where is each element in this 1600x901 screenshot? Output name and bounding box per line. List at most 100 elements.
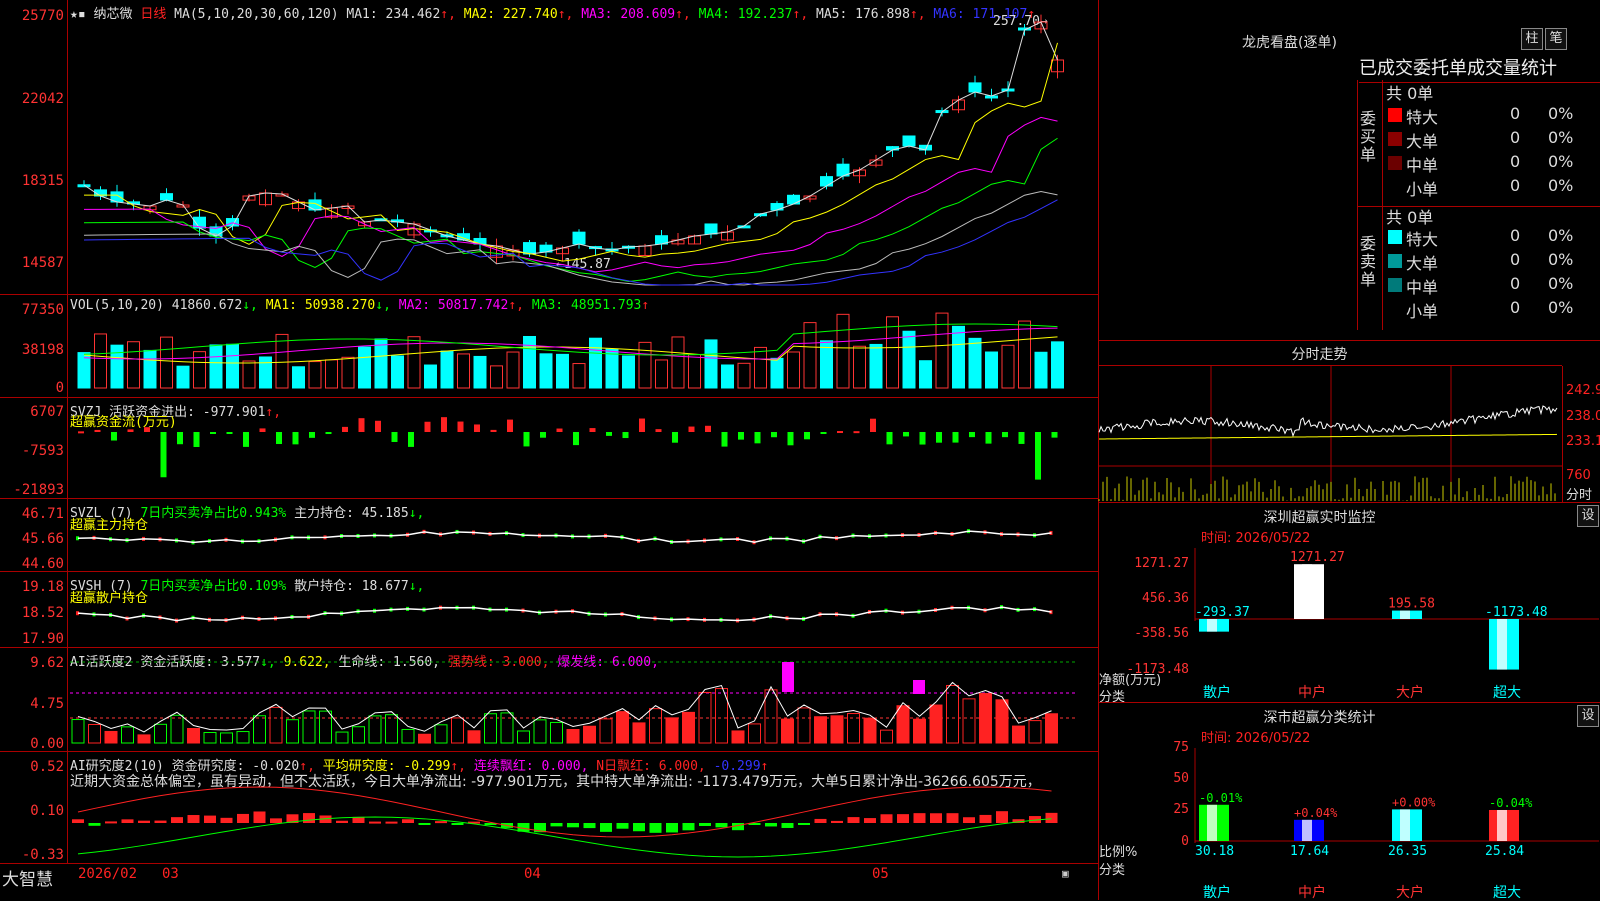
order-row-n: 0 bbox=[1510, 298, 1521, 317]
active-bar bbox=[550, 721, 563, 744]
research-bar bbox=[600, 823, 612, 832]
kline-panel[interactable]: 25770 22042 18315 14587 ★▪ 纳芯微 日线 MA(5,1… bbox=[0, 0, 1098, 295]
svzj-chart[interactable] bbox=[0, 398, 1098, 499]
intraday-chart[interactable] bbox=[1098, 341, 1563, 503]
flow-bar bbox=[589, 428, 596, 432]
volume-bar bbox=[176, 365, 190, 389]
change-label: -0.01% bbox=[1199, 791, 1243, 805]
szjk-panel[interactable]: 深圳超赢实时监控 设 时间: 2026/05/22 净额(万元) 分类 1271… bbox=[1098, 502, 1600, 705]
research-bar bbox=[963, 817, 975, 823]
research-bar bbox=[88, 823, 101, 826]
flow-bar bbox=[243, 432, 249, 447]
active-bar bbox=[599, 718, 613, 744]
flow-bar bbox=[1018, 432, 1025, 444]
order-row-n: 0 bbox=[1510, 274, 1521, 293]
svzj-panel[interactable]: 6707 -7593 -21893 SVZJ 活跃资金进出: -977.901↑… bbox=[0, 398, 1098, 499]
burst-bar bbox=[782, 662, 794, 692]
flow-bar bbox=[276, 432, 282, 445]
brand-label: 大智慧 bbox=[2, 870, 53, 890]
szjk-chart[interactable]: 1271.27 456.36 -358.56 -1173.48 -293.37 散户 127… bbox=[1099, 503, 1600, 703]
flow-bar bbox=[144, 427, 150, 432]
research-bar bbox=[682, 823, 695, 831]
order-row-p: 0% bbox=[1548, 152, 1574, 171]
flow-bar bbox=[672, 432, 678, 443]
price-line bbox=[1098, 405, 1558, 438]
flow-bar bbox=[622, 432, 629, 439]
flow-bar bbox=[160, 432, 167, 478]
ai-active-chart[interactable] bbox=[0, 648, 1098, 752]
sstj-chart[interactable]: 75 50 25 0 30.18 -0.01% 散户 17.64 +0.04% 中户 26.35 +0… bbox=[1099, 703, 1600, 901]
kline-chart[interactable] bbox=[0, 0, 1098, 295]
sstj-panel[interactable]: 深市超赢分类统计 设 时间: 2026/05/22 比例% 分类 75 50 25 0… bbox=[1098, 702, 1600, 901]
y-tick: -1173.48 bbox=[1126, 662, 1189, 677]
research-bar bbox=[253, 811, 266, 823]
category-label: 中户 bbox=[1298, 684, 1326, 701]
volume-bar bbox=[671, 336, 685, 389]
volume-bar bbox=[770, 357, 784, 389]
intraday-y: 238.0 bbox=[1566, 409, 1600, 424]
candle bbox=[572, 231, 586, 245]
research-bar bbox=[220, 817, 233, 823]
volume-panel[interactable]: 77350 38198 0 VOL(5,10,20) 41860.672↓, M… bbox=[0, 295, 1098, 398]
order-row-label: 小单 bbox=[1406, 302, 1439, 321]
research-bar bbox=[270, 818, 282, 823]
flow-bar bbox=[408, 432, 414, 447]
research-bar bbox=[814, 818, 827, 823]
order-row-p: 0% bbox=[1548, 298, 1574, 317]
volume-bar bbox=[952, 325, 965, 389]
active-bar bbox=[764, 689, 778, 744]
ai-research-chart[interactable] bbox=[0, 752, 1098, 863]
volume-bar bbox=[242, 360, 256, 389]
research-bar bbox=[897, 814, 909, 823]
intraday-y: 242.9 bbox=[1566, 383, 1600, 398]
volume-bar bbox=[490, 365, 503, 389]
svsh-chart[interactable] bbox=[0, 572, 1098, 648]
candle bbox=[523, 242, 536, 255]
svzl-chart[interactable] bbox=[0, 499, 1098, 572]
order-row-label: 大单 bbox=[1406, 254, 1439, 273]
bar-highlight bbox=[1400, 809, 1410, 841]
candle bbox=[160, 193, 173, 201]
active-bar bbox=[385, 714, 398, 744]
category-label: 散户 bbox=[1203, 884, 1231, 901]
research-bar bbox=[336, 820, 348, 823]
active-bar bbox=[319, 710, 332, 744]
active-bar bbox=[995, 699, 1009, 744]
research-bar bbox=[154, 820, 167, 823]
active-bar bbox=[187, 727, 200, 744]
active-bar bbox=[88, 723, 101, 744]
volume-bar bbox=[424, 364, 437, 389]
volume-bar bbox=[985, 351, 998, 389]
active-bar bbox=[154, 723, 167, 744]
volume-bar bbox=[605, 348, 619, 389]
flow-bar bbox=[259, 428, 266, 432]
lock-icon[interactable]: ▣ bbox=[1062, 867, 1069, 880]
bar-mode-button[interactable]: 柱 bbox=[1521, 28, 1543, 50]
research-bar bbox=[303, 813, 315, 823]
lhkp-header: 已成交委托单成交量统计 bbox=[1359, 54, 1600, 83]
research-bar bbox=[864, 818, 876, 823]
flow-bar bbox=[490, 429, 497, 432]
ai-active-panel[interactable]: 9.62 4.75 0.00 AI活跃度2 资金活跃度: 3.577↓, 9.6… bbox=[0, 648, 1098, 752]
research-bar bbox=[72, 819, 84, 823]
tick-mode-button[interactable]: 笔 bbox=[1545, 28, 1567, 50]
volume-chart[interactable] bbox=[0, 295, 1098, 398]
svsh-panel[interactable]: 19.18 18.52 17.90 SVSH (7) 7日内买卖净占比0.109… bbox=[0, 572, 1098, 648]
order-row-n: 0 bbox=[1510, 104, 1521, 123]
svzl-panel[interactable]: 46.71 45.66 44.60 SVZL (7) 7日内买卖净占比0.943… bbox=[0, 499, 1098, 572]
candle bbox=[770, 203, 784, 211]
research-bar bbox=[765, 823, 777, 827]
research-bar bbox=[385, 821, 398, 824]
flow-bar bbox=[226, 432, 233, 434]
active-bar bbox=[781, 718, 794, 744]
bar-highlight bbox=[1302, 564, 1312, 619]
ai-research-panel[interactable]: 0.52 0.10 -0.33 AI研究度2(10) 资金研究度: -0.020… bbox=[0, 752, 1098, 863]
intraday-panel[interactable]: 分时走势 242.9 238.0 233.1 760 分时 bbox=[1098, 340, 1600, 503]
bar-highlight bbox=[1400, 610, 1410, 619]
flow-bar bbox=[738, 432, 744, 440]
bar-value-label: -1173.48 bbox=[1485, 605, 1548, 620]
research-bar bbox=[204, 815, 216, 823]
lhkp-panel[interactable]: 龙虎看盘(逐单) 柱 笔 已成交委托单成交量统计 委买单 委卖单 共 0单 共 … bbox=[1098, 0, 1600, 340]
flow-bar bbox=[1051, 432, 1058, 438]
active-bar bbox=[880, 729, 893, 744]
